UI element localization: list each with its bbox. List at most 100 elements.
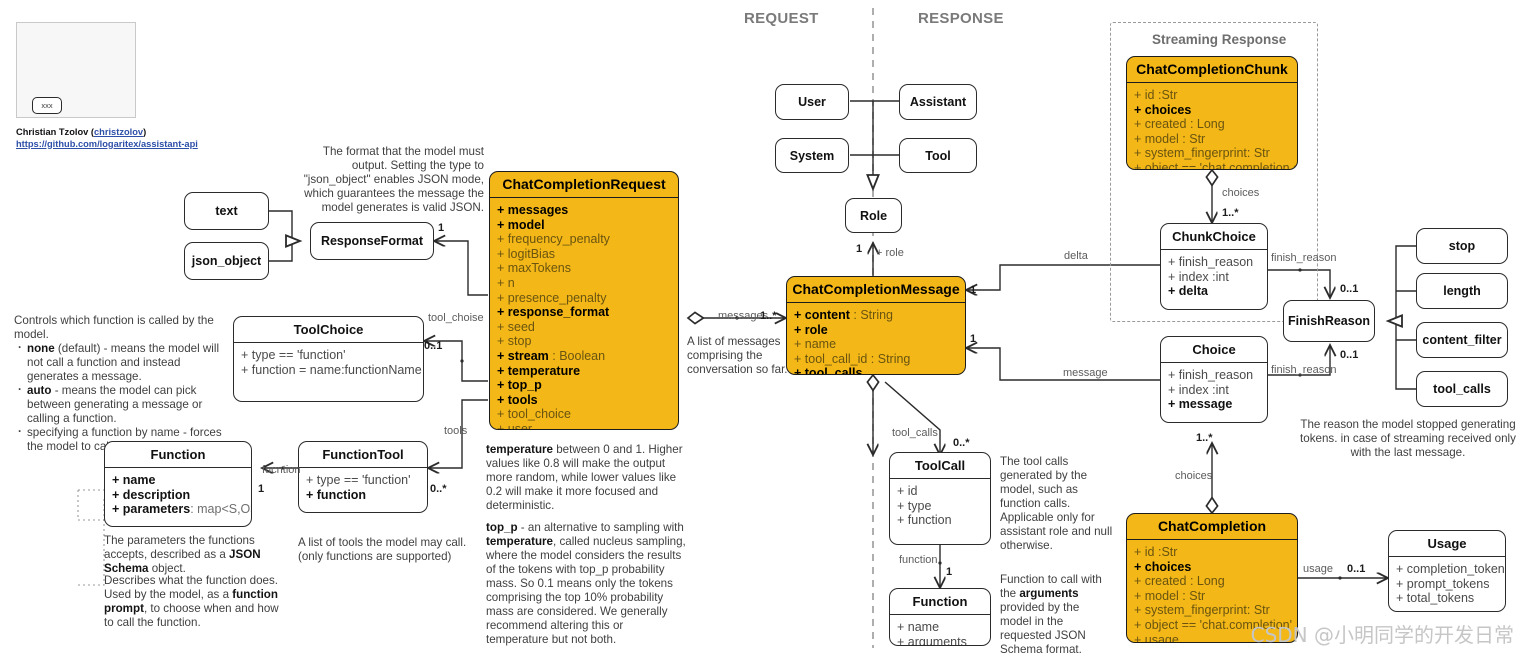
edge-label-finish-reason-chunk: finish_reason xyxy=(1271,252,1337,264)
mult-messages: 1..* xyxy=(760,310,777,322)
note-tool-choice: Controls which function is called by the… xyxy=(14,314,232,454)
mult-role: 1 xyxy=(856,243,863,255)
class-chat-completion-message[interactable]: ChatCompletionMessage + content : String… xyxy=(786,276,966,375)
attr-msg-tool-call-id: + tool_call_id : String xyxy=(794,351,911,366)
note-description: Describes what the function does. Used b… xyxy=(104,574,290,630)
enum-tool-calls[interactable]: tool_calls xyxy=(1416,371,1508,407)
note-tool-choice-item-auto: auto - means the model can pick between … xyxy=(18,383,232,426)
class-role[interactable]: Role xyxy=(845,198,902,233)
attr-req-frequency-penalty: + frequency_penalty xyxy=(497,232,610,247)
class-finish-reason[interactable]: FinishReason xyxy=(1283,300,1375,342)
class-chat-completion-chunk[interactable]: ChatCompletionChunk + id :Str + choices … xyxy=(1126,56,1298,170)
note-top-p: top_p - an alternative to sampling with … xyxy=(486,521,686,646)
attr-cc-model: + model : Str xyxy=(1134,588,1206,603)
attr-choice-index: + index :int xyxy=(1168,382,1229,397)
section-header-response: RESPONSE xyxy=(918,10,1004,27)
credit-repo-link[interactable]: https://github.com/logaritex/assistant-a… xyxy=(16,139,198,149)
attr-chunk-id: + id :Str xyxy=(1134,88,1178,102)
class-assistant[interactable]: Assistant xyxy=(899,84,977,120)
class-chat-completion-request-attrs: + messages + model + frequency_penalty +… xyxy=(490,197,678,429)
edge-label-tool-choise: tool_choise xyxy=(428,312,484,324)
edge-label-tool-calls: tool_calls xyxy=(892,427,938,439)
legend-class-symbol: xxx xyxy=(32,97,62,114)
class-tool-choice-title: ToolChoice xyxy=(293,322,364,337)
note-parameters-bold: JSON Schema xyxy=(104,548,261,575)
mult-choices-chunk: 1..* xyxy=(1222,207,1239,219)
note-function-tool: A list of tools the model may call. (onl… xyxy=(298,536,467,563)
mult-function-tool: 0..* xyxy=(430,483,447,495)
class-usage[interactable]: Usage + completion_tokens + prompt_token… xyxy=(1388,530,1506,612)
class-usage-attrs: + completion_tokens + prompt_tokens + to… xyxy=(1389,556,1506,611)
mult-function-left: 1 xyxy=(258,483,265,495)
class-function-mid[interactable]: Function + name + arguments xyxy=(889,588,991,646)
attr-chunk-fingerprint: + system_fingerprint: Str xyxy=(1134,146,1270,161)
attr-msg-role: + role xyxy=(794,322,828,337)
class-tool-choice-attrs: + type == 'function' + function = name:f… xyxy=(234,342,423,383)
attr-req-tool-choice: + tool_choice xyxy=(497,407,572,422)
class-tool-call[interactable]: ToolCall + id + type + function xyxy=(889,452,991,545)
note-parameters: The parameters the functions accepts, de… xyxy=(104,534,261,575)
class-tool-call-attrs: + id + type + function xyxy=(890,478,990,534)
edge-label-usage: usage xyxy=(1303,563,1333,575)
note-messages: A list of messages comprising the conver… xyxy=(687,335,788,376)
note-tool-choice-intro: Controls which function is called by the… xyxy=(14,314,214,341)
class-function-left[interactable]: Function + name + description + paramete… xyxy=(104,441,252,527)
attr-chunk-model: + model : Str xyxy=(1134,131,1206,146)
note-description-l1: Describes what the function does. xyxy=(104,574,279,587)
class-chat-completion-chunk-attrs: + id :Str + choices + created : Long + m… xyxy=(1127,82,1297,170)
class-tool[interactable]: Tool xyxy=(899,138,977,173)
attr-req-n: + n xyxy=(497,275,515,290)
class-choice[interactable]: Choice + finish_reason + index :int + me… xyxy=(1160,336,1268,423)
attr-chunk-choices: + choices xyxy=(1134,102,1192,117)
enum-length[interactable]: length xyxy=(1416,273,1508,309)
mult-message-target: 1 xyxy=(970,333,977,345)
class-tool-choice[interactable]: ToolChoice + type == 'function' + functi… xyxy=(233,316,424,402)
class-system[interactable]: System xyxy=(775,138,849,173)
attr-req-response-format: + response_format xyxy=(497,305,610,320)
class-user[interactable]: User xyxy=(775,84,849,120)
credit-name: Christian Tzolov ( xyxy=(16,127,94,137)
attr-function-name: + name xyxy=(112,473,156,487)
class-choice-title: Choice xyxy=(1192,342,1236,357)
mult-finish-reason-chunk: 0..1 xyxy=(1340,283,1359,295)
diagram-canvas: REQUEST RESPONSE Streaming Response AGGR… xyxy=(0,0,1524,656)
attr-usage-completion-tokens: + completion_tokens xyxy=(1396,562,1506,576)
attr-chunkchoice-finish-reason: + finish_reason xyxy=(1168,255,1254,269)
class-tool-call-title: ToolCall xyxy=(914,458,966,473)
attr-toolcall-type: + type xyxy=(897,498,932,513)
note-tool-choice-item-none: none (default) - means the model will no… xyxy=(18,341,232,384)
attr-functionmid-arguments: + arguments xyxy=(897,634,967,646)
mult-tool-choice: 0..1 xyxy=(424,340,443,352)
class-chunk-choice[interactable]: ChunkChoice + finish_reason + index :int… xyxy=(1160,223,1268,310)
attr-req-maxtokens: + maxTokens xyxy=(497,261,571,276)
credit-handle-link[interactable]: christzolov xyxy=(94,127,143,137)
class-chunk-choice-title: ChunkChoice xyxy=(1172,229,1256,244)
edge-label-choices-completion: choices xyxy=(1175,470,1213,482)
mult-tool-calls: 0..* xyxy=(953,437,970,449)
attr-req-model: + model xyxy=(497,217,545,232)
mult-usage: 0..1 xyxy=(1347,563,1366,575)
attr-chunk-object: + object == 'chat.completion.chunk' xyxy=(1134,160,1297,170)
attr-req-temperature: + temperature xyxy=(497,363,581,378)
note-tool-choice-list: none (default) - means the model will no… xyxy=(14,341,232,454)
class-text[interactable]: text xyxy=(184,192,269,230)
mult-response-format: 1 xyxy=(438,222,445,234)
attr-chunkchoice-index: + index :int xyxy=(1168,269,1229,284)
class-response-format[interactable]: ResponseFormat xyxy=(310,222,434,260)
attr-req-seed: + seed xyxy=(497,319,535,334)
note-description-l2: Used by the model, as a function prompt,… xyxy=(104,588,279,629)
bullet-auto-rest: - means the model can pick between gener… xyxy=(27,384,203,425)
class-choice-attrs: + finish_reason + index :int + message xyxy=(1161,362,1267,418)
class-json-object[interactable]: json_object xyxy=(184,242,269,280)
attr-chunkchoice-delta: + delta xyxy=(1168,284,1208,299)
attr-req-presence-penalty: + presence_penalty xyxy=(497,290,607,305)
attr-function-parameters: + parameters: map<S,O> xyxy=(112,502,252,517)
enum-stop[interactable]: stop xyxy=(1416,228,1508,264)
enum-content-filter[interactable]: content_filter xyxy=(1416,322,1508,358)
class-chat-completion-request[interactable]: ChatCompletionRequest + messages + model… xyxy=(489,171,679,430)
attr-cc-created: + created : Long xyxy=(1134,574,1225,589)
attr-req-top-p: + top_p xyxy=(497,378,542,393)
credit-close: ) xyxy=(143,127,147,137)
class-function-tool[interactable]: FunctionTool + type == 'function' + func… xyxy=(298,441,428,513)
attr-functionmid-name: + name xyxy=(897,620,940,634)
